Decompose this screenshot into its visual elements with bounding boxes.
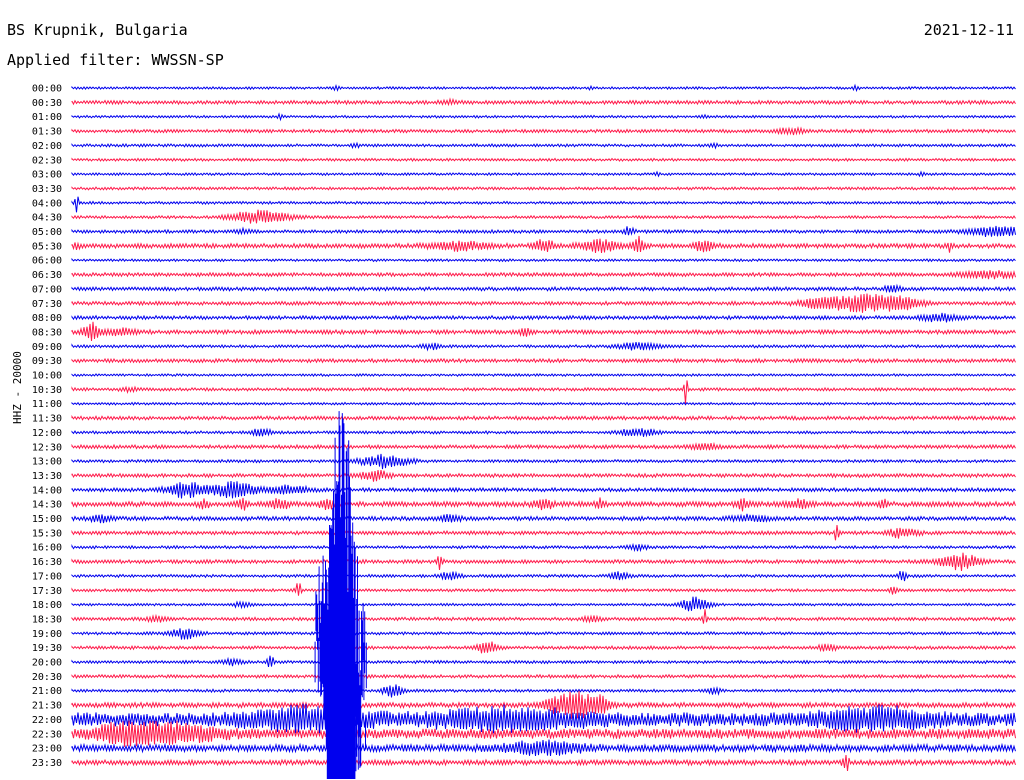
trace-row [71, 480, 1016, 499]
trace-row [71, 341, 1016, 352]
trace-row [71, 372, 1016, 378]
row-time-label: 00:00 [32, 84, 62, 95]
trace-row [71, 497, 1016, 512]
row-time-label: 03:00 [32, 170, 62, 181]
trace-row [71, 97, 1016, 107]
row-time-label: 13:30 [32, 471, 62, 482]
row-time-label: 15:30 [32, 528, 62, 539]
row-time-label: 11:00 [32, 399, 62, 410]
trace-row [71, 655, 1016, 667]
trace-row [71, 125, 1016, 136]
large-event-core [326, 626, 356, 779]
trace-row [71, 609, 1016, 624]
trace-row [71, 755, 1016, 772]
row-time-label: 09:30 [32, 356, 62, 367]
row-time-label: 17:00 [32, 571, 62, 582]
trace-row [71, 427, 1016, 438]
row-time-label: 08:00 [32, 313, 62, 324]
helicorder-plot: 00:00 00:30 01:00 01:30 02:00 02:30 03:00 03:30… [32, 83, 1016, 779]
trace-row [71, 209, 1016, 224]
trace-row [71, 312, 1016, 323]
row-time-label: 01:30 [32, 127, 62, 138]
row-time-label: 04:30 [32, 213, 62, 224]
trace-row [71, 570, 1016, 582]
row-time-label: 16:30 [32, 557, 62, 568]
trace-row [71, 552, 1016, 571]
row-time-label: 01:00 [32, 112, 62, 123]
row-time-label: 11:30 [32, 414, 62, 425]
row-time-label: 23:30 [32, 758, 62, 769]
trace-row [71, 235, 1016, 253]
row-time-label: 20:30 [32, 672, 62, 683]
trace-row [71, 583, 1016, 596]
row-time-label: 23:00 [32, 744, 62, 755]
row-time-label: 18:30 [32, 614, 62, 625]
trace-row [71, 453, 1016, 470]
trace-row [71, 357, 1016, 364]
row-time-label: 13:00 [32, 457, 62, 468]
row-time-label: 00:30 [32, 98, 62, 109]
trace-row [71, 380, 1016, 404]
row-time-label: 19:30 [32, 643, 62, 654]
row-time-label: 20:00 [32, 658, 62, 669]
row-time-label: 15:00 [32, 514, 62, 525]
time-label-layer: 00:00 00:30 01:00 01:30 02:00 02:30 03:00 03:30… [32, 84, 62, 769]
trace-row [71, 112, 1016, 122]
trace-row [71, 269, 1016, 280]
trace-row [71, 283, 1016, 294]
row-time-label: 22:00 [32, 715, 62, 726]
trace-row [71, 441, 1016, 452]
trace-row [71, 513, 1016, 524]
row-time-label: 19:00 [32, 629, 62, 640]
trace-row [71, 470, 1016, 482]
trace-row [71, 196, 1016, 213]
row-time-label: 14:30 [32, 500, 62, 511]
row-time-label: 21:00 [32, 686, 62, 697]
row-time-label: 22:30 [32, 729, 62, 740]
trace-row [71, 641, 1016, 654]
trace-row [71, 596, 1016, 612]
row-time-label: 14:00 [32, 485, 62, 496]
trace-row [71, 542, 1016, 553]
row-time-label: 21:30 [32, 701, 62, 712]
row-time-label: 05:30 [32, 241, 62, 252]
row-time-label: 04:00 [32, 198, 62, 209]
trace-row [71, 170, 1016, 178]
trace-row [71, 186, 1016, 191]
trace-row [71, 684, 1016, 698]
trace-row [71, 293, 1016, 313]
row-time-label: 02:30 [32, 155, 62, 166]
row-time-label: 06:00 [32, 256, 62, 267]
row-time-label: 02:00 [32, 141, 62, 152]
row-time-label: 16:00 [32, 543, 62, 554]
trace-row [71, 83, 1016, 93]
row-time-label: 09:00 [32, 342, 62, 353]
row-time-label: 07:30 [32, 299, 62, 310]
trace-row [71, 739, 1016, 757]
trace-row [71, 257, 1016, 263]
trace-layer [71, 83, 1016, 772]
trace-row [71, 225, 1016, 237]
trace-row [71, 673, 1016, 680]
row-time-label: 08:30 [32, 327, 62, 338]
trace-row [71, 524, 1016, 541]
row-time-label: 12:30 [32, 442, 62, 453]
row-time-label: 17:30 [32, 586, 62, 597]
row-time-label: 06:30 [32, 270, 62, 281]
row-time-label: 10:00 [32, 371, 62, 382]
row-time-label: 03:30 [32, 184, 62, 195]
row-time-label: 10:30 [32, 385, 62, 396]
trace-row [71, 401, 1016, 406]
trace-row [71, 321, 1016, 341]
row-time-label: 07:00 [32, 284, 62, 295]
trace-row [71, 628, 1016, 640]
row-time-label: 05:00 [32, 227, 62, 238]
trace-row [71, 141, 1016, 150]
trace-row [71, 414, 1016, 422]
row-time-label: 12:00 [32, 428, 62, 439]
row-time-label: 18:00 [32, 600, 62, 611]
trace-row [71, 157, 1016, 162]
